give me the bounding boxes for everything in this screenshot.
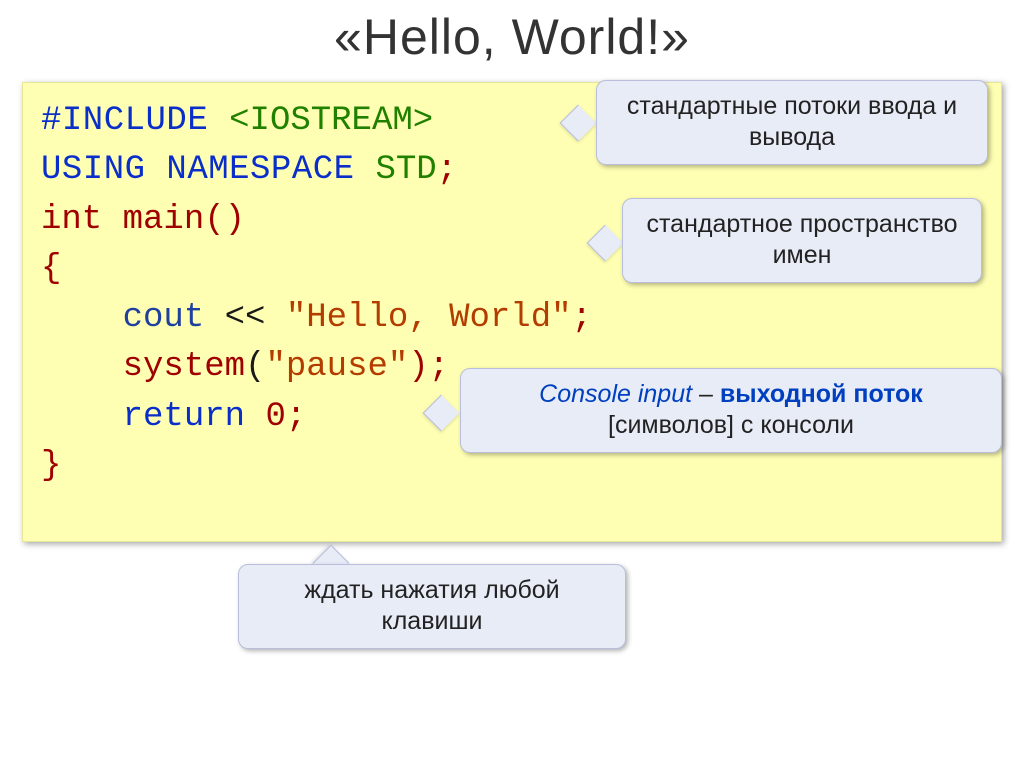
std-token: STD: [375, 151, 436, 189]
cout-token: cout: [123, 299, 205, 337]
callout-namespace: стандартное пространство имен: [622, 198, 982, 283]
callout-pause: ждать нажатия любой клавиши: [238, 564, 626, 649]
indent: [41, 299, 123, 337]
callout-streams: стандартные потоки ввода и вывода: [596, 80, 988, 165]
callout-text: –: [692, 380, 720, 408]
system-call: system: [41, 348, 245, 386]
using-namespace: using namespace: [41, 151, 375, 189]
semicolon: ;: [437, 151, 457, 189]
slide-title: «Hello, World!»: [0, 8, 1024, 66]
semicolon: ;: [572, 299, 592, 337]
indent: [41, 398, 123, 436]
iostream-header: <IOSTREAM>: [229, 102, 433, 140]
close-paren: );: [408, 348, 449, 386]
return-value: 0;: [245, 398, 306, 436]
open-paren: (: [245, 348, 265, 386]
return-keyword: return: [123, 398, 245, 436]
pause-string: "pause": [265, 348, 408, 386]
stream-op: <<: [204, 299, 286, 337]
include-directive: #include: [41, 102, 229, 140]
callout-text: [символов] с консоли: [608, 411, 854, 439]
callout-cout: Console input – выходной поток [символов…: [460, 368, 1002, 453]
string-literal: "Hello, World": [286, 299, 572, 337]
callout-bold: выходной поток: [720, 380, 923, 408]
code-line-5: cout << "Hello, World";: [41, 294, 983, 343]
callout-em: Console input: [539, 380, 692, 408]
